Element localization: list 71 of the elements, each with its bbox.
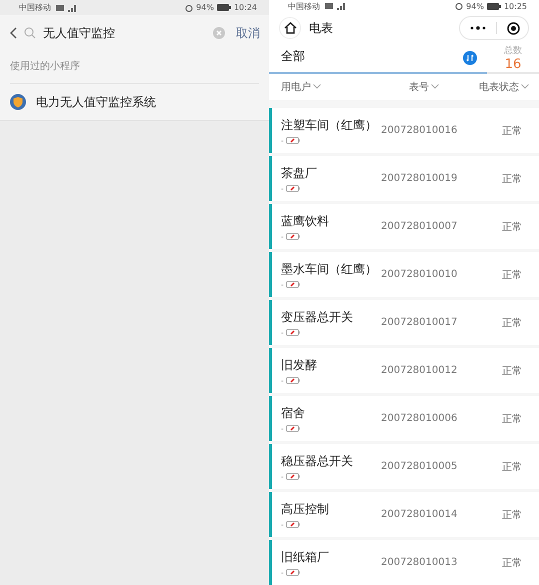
shield-logo-icon bbox=[10, 94, 26, 110]
customer-name: 注塑车间（红鹰） bbox=[281, 116, 378, 134]
battery-percent: 94% bbox=[196, 3, 214, 12]
meter-tag-icon bbox=[286, 185, 300, 192]
carrier-text: 中国移动 bbox=[19, 2, 51, 13]
meter-status: 正常 bbox=[502, 268, 522, 282]
total-label: 总数 bbox=[504, 44, 522, 57]
meter-number: 200728010010 bbox=[381, 269, 458, 280]
column-header[interactable]: 电表状态 bbox=[479, 80, 529, 94]
sort-icon[interactable] bbox=[463, 50, 477, 65]
cancel-link[interactable]: 取消 bbox=[236, 24, 260, 42]
tab[interactable]: 全部 bbox=[281, 48, 305, 68]
menu-capsule[interactable] bbox=[459, 16, 529, 40]
total-count: 16 bbox=[504, 56, 522, 72]
meter-tag-icon bbox=[286, 233, 300, 240]
meter-tag-icon bbox=[286, 137, 300, 144]
caret-icon[interactable] bbox=[431, 84, 439, 90]
home-icon[interactable] bbox=[284, 22, 296, 34]
search-result[interactable]: 电力无人值守监控系统 bbox=[0, 84, 269, 121]
caret-icon[interactable] bbox=[521, 84, 529, 90]
customer-name: 旧发酵 bbox=[281, 356, 318, 374]
meter-tag-icon bbox=[286, 281, 300, 288]
search-field[interactable]: 无人值守监控 bbox=[43, 24, 206, 42]
signal-icon bbox=[325, 2, 347, 10]
signal-icon bbox=[56, 4, 78, 12]
caret-icon[interactable] bbox=[313, 84, 321, 90]
battery-icon bbox=[216, 4, 231, 11]
meter-number: 200728010014 bbox=[381, 509, 458, 520]
meter-number: 200728010012 bbox=[381, 365, 458, 376]
customer-name: 茶盘厂 bbox=[281, 164, 318, 182]
meter-number: 200728010007 bbox=[381, 221, 458, 232]
customer-name: 墨水车间（红鹰） bbox=[281, 260, 378, 278]
column-header[interactable]: 表号 bbox=[409, 80, 479, 94]
meter-status: 正常 bbox=[502, 172, 522, 186]
meter-status: 正常 bbox=[502, 556, 522, 570]
meter-tag-icon bbox=[286, 377, 300, 384]
search-icon bbox=[24, 27, 36, 39]
customer-name: 宿舍 bbox=[281, 404, 306, 422]
meter-status: 正常 bbox=[502, 364, 522, 378]
meter-number: 200728010005 bbox=[381, 461, 458, 472]
battery-icon bbox=[486, 2, 501, 10]
clock-time: 10:24 bbox=[234, 3, 257, 12]
meter-status: 正常 bbox=[502, 124, 522, 138]
meter-status: 正常 bbox=[502, 460, 522, 474]
meter-tag-icon bbox=[286, 329, 300, 336]
customer-name: 旧纸箱厂 bbox=[281, 548, 330, 566]
meter-tag-icon bbox=[286, 569, 300, 576]
meter-status: 正常 bbox=[502, 508, 522, 522]
page-title: 电表 bbox=[309, 20, 333, 36]
meter-number: 200728010013 bbox=[381, 557, 458, 568]
meter-number: 200728010019 bbox=[381, 173, 458, 184]
meter-status: 正常 bbox=[502, 412, 522, 426]
meter-tag-icon bbox=[286, 521, 300, 528]
carrier-text: 中国移动 bbox=[288, 0, 320, 12]
meter-tag-icon bbox=[286, 473, 300, 480]
meter-status: 正常 bbox=[502, 316, 522, 330]
back-icon[interactable] bbox=[9, 27, 17, 39]
column-header[interactable]: 用电户 bbox=[281, 80, 409, 94]
battery-percent: 94% bbox=[466, 2, 484, 11]
meter-tag-icon bbox=[286, 425, 300, 432]
customer-name: 蓝鹰饮料 bbox=[281, 212, 330, 230]
customer-name: 变压器总开关 bbox=[281, 308, 354, 326]
meter-number: 200728010006 bbox=[381, 413, 458, 424]
meter-number: 200728010016 bbox=[381, 125, 458, 136]
more-icon[interactable] bbox=[470, 26, 486, 30]
meter-number: 200728010017 bbox=[381, 317, 458, 328]
customer-name: 高压控制 bbox=[281, 500, 330, 518]
home-button[interactable] bbox=[279, 17, 301, 39]
customer-name: 稳压器总开关 bbox=[281, 452, 354, 470]
clock-time: 10:25 bbox=[504, 2, 527, 11]
meter-status: 正常 bbox=[502, 220, 522, 234]
